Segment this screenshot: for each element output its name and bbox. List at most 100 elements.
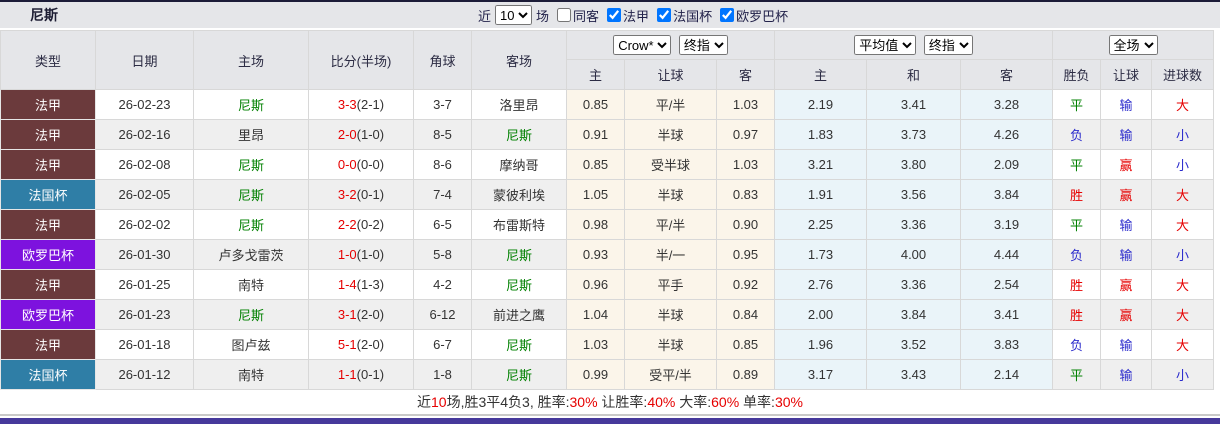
home-cell: 里昂 xyxy=(193,119,309,150)
avg-away-cell: 2.54 xyxy=(959,269,1054,300)
result-cell: 胜 xyxy=(1052,269,1102,300)
summary-segment-4: 让胜率: xyxy=(597,394,648,410)
col-header-avg-draw: 和 xyxy=(866,59,961,90)
result-cell: 负 xyxy=(1052,239,1102,270)
average-group-header: 平均值 终指 xyxy=(773,30,1054,60)
recent-count-select[interactable]: 10 xyxy=(495,5,533,25)
away-cell: 洛里昂 xyxy=(471,89,567,120)
score-half: (1-0) xyxy=(356,127,385,142)
league-filter-label-0: 法甲 xyxy=(623,8,650,24)
col-header-odds-home: 主 xyxy=(566,59,625,90)
average-select[interactable]: 平均值 xyxy=(854,35,917,55)
corner-cell: 3-7 xyxy=(413,89,472,120)
league-filter-label-2: 欧罗巴杯 xyxy=(736,8,789,24)
away-cell: 前进之鹰 xyxy=(471,299,567,330)
home-cell: 尼斯 xyxy=(193,179,309,210)
result-cell: 负 xyxy=(1052,329,1102,360)
odds-away-cell: 1.03 xyxy=(716,149,775,180)
avg-away-cell: 2.14 xyxy=(959,359,1054,390)
summary-segment-3: 30% xyxy=(569,394,598,410)
bookmaker-select[interactable]: Crow* xyxy=(613,35,672,55)
same-venue-checkbox[interactable] xyxy=(557,8,572,22)
corner-cell: 7-4 xyxy=(413,179,472,210)
matches-label: 场 xyxy=(536,8,550,24)
recent-label: 近 xyxy=(478,8,492,24)
col-header-result: 胜负 xyxy=(1052,59,1102,90)
avg-away-cell: 3.84 xyxy=(959,179,1054,210)
match-table-body: 法甲 26-02-23 尼斯 3-3(2-1) 3-7 洛里昂 0.85 平/半… xyxy=(0,89,1215,390)
match-row: 法甲 26-02-08 尼斯 0-0(0-0) 8-6 摩纳哥 0.85 受半球… xyxy=(0,149,1215,180)
score-full: 1-4 xyxy=(337,277,357,292)
col-header-corner: 角球 xyxy=(413,30,472,90)
league-filter-1[interactable]: 法国杯 xyxy=(651,6,712,25)
odds-home-cell: 0.98 xyxy=(566,209,625,240)
goals-result-cell: 小 xyxy=(1151,239,1215,270)
score-full: 3-3 xyxy=(337,97,357,112)
score-half: (2-0) xyxy=(356,337,385,352)
average-stage-select[interactable]: 终指 xyxy=(923,35,973,55)
league-filter-label-1: 法国杯 xyxy=(673,8,713,24)
goals-result-cell: 大 xyxy=(1151,269,1215,300)
avg-home-cell: 1.91 xyxy=(774,179,867,210)
goals-result-cell: 大 xyxy=(1151,329,1215,360)
summary-segment-6: 大率: xyxy=(675,394,712,410)
avg-home-cell: 3.21 xyxy=(774,149,867,180)
score-half: (1-3) xyxy=(356,277,385,292)
odds-away-cell: 0.83 xyxy=(716,179,775,210)
summary-segment-1: 10 xyxy=(431,394,447,410)
corner-cell: 6-12 xyxy=(413,299,472,330)
odds-away-cell: 0.84 xyxy=(716,299,775,330)
league-filters: 法甲 法国杯 欧罗巴杯 xyxy=(599,6,788,25)
home-cell: 尼斯 xyxy=(193,149,309,180)
league-filter-0[interactable]: 法甲 xyxy=(601,6,649,25)
odds-away-cell: 0.90 xyxy=(716,209,775,240)
same-venue-toggle[interactable]: 同客 xyxy=(551,6,599,25)
col-header-date: 日期 xyxy=(95,30,194,90)
score-half: (0-1) xyxy=(356,367,385,382)
league-cell: 法甲 xyxy=(0,119,96,150)
league-filter-checkbox-0[interactable] xyxy=(607,8,622,22)
summary-line: 近10场,胜3平4负3, 胜率:30% 让胜率:40% 大率:60% 单率:30… xyxy=(0,390,1220,414)
avg-draw-cell: 3.36 xyxy=(866,209,961,240)
goals-result-cell: 小 xyxy=(1151,119,1215,150)
avg-draw-cell: 3.73 xyxy=(866,119,961,150)
corner-cell: 6-5 xyxy=(413,209,472,240)
handicap-result-cell: 输 xyxy=(1100,359,1153,390)
bookmaker-stage-select[interactable]: 终指 xyxy=(678,35,728,55)
score-half: (2-0) xyxy=(356,307,385,322)
league-filter-2[interactable]: 欧罗巴杯 xyxy=(714,6,788,25)
avg-draw-cell: 3.52 xyxy=(866,329,961,360)
date-cell: 26-02-23 xyxy=(95,89,194,120)
league-cell: 法甲 xyxy=(0,89,96,120)
score-half: (0-1) xyxy=(356,187,385,202)
odds-handicap-cell: 半球 xyxy=(624,119,717,150)
col-header-type: 类型 xyxy=(0,30,96,90)
handicap-result-cell: 赢 xyxy=(1100,149,1153,180)
odds-away-cell: 0.85 xyxy=(716,329,775,360)
scope-select[interactable]: 全场 xyxy=(1108,35,1158,55)
avg-draw-cell: 4.00 xyxy=(866,239,961,270)
league-filter-checkbox-1[interactable] xyxy=(657,8,672,22)
score-cell: 1-1(0-1) xyxy=(308,359,414,390)
corner-cell: 8-5 xyxy=(413,119,472,150)
score-full: 1-1 xyxy=(337,367,357,382)
odds-handicap-cell: 平/半 xyxy=(624,209,717,240)
team-name: 尼斯 xyxy=(30,7,58,23)
match-row: 法甲 26-02-16 里昂 2-0(1-0) 8-5 尼斯 0.91 半球 0… xyxy=(0,119,1215,150)
scope-group-header: 全场 xyxy=(1052,30,1215,60)
odds-handicap-cell: 半/一 xyxy=(624,239,717,270)
odds-home-cell: 0.91 xyxy=(566,119,625,150)
handicap-result-cell: 赢 xyxy=(1100,299,1153,330)
match-row: 欧罗巴杯 26-01-30 卢多戈雷茨 1-0(1-0) 5-8 尼斯 0.93… xyxy=(0,239,1215,270)
home-cell: 南特 xyxy=(193,269,309,300)
home-cell: 南特 xyxy=(193,359,309,390)
league-filter-checkbox-2[interactable] xyxy=(720,8,735,22)
odds-home-cell: 0.99 xyxy=(566,359,625,390)
score-full: 3-2 xyxy=(337,187,357,202)
date-cell: 26-01-30 xyxy=(95,239,194,270)
col-header-score: 比分(半场) xyxy=(308,30,414,90)
result-cell: 平 xyxy=(1052,149,1102,180)
corner-cell: 5-8 xyxy=(413,239,472,270)
col-header-avg-home: 主 xyxy=(774,59,867,90)
avg-home-cell: 1.73 xyxy=(774,239,867,270)
